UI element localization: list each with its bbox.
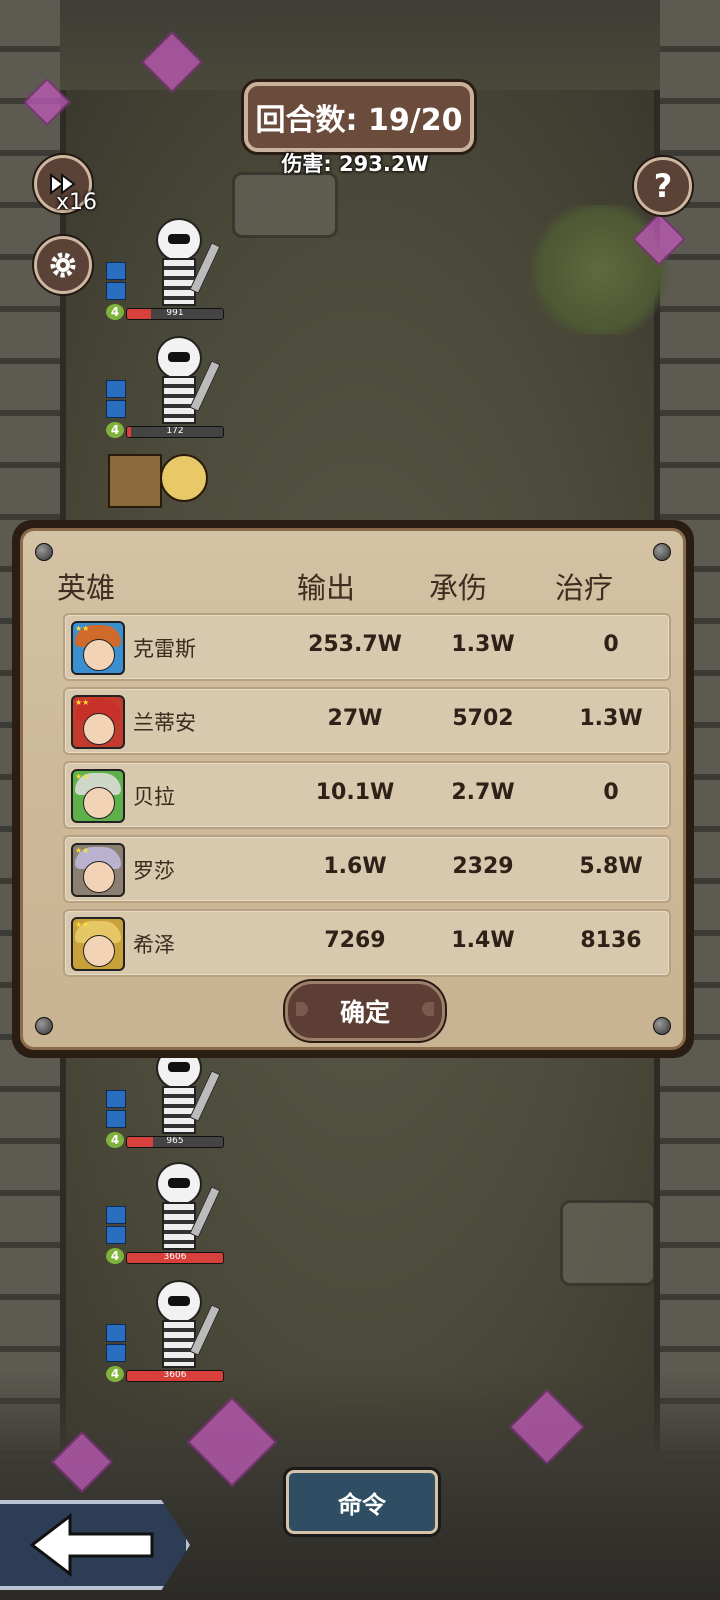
hero-name: 希泽 — [133, 933, 175, 957]
hp-text: 991 — [166, 308, 184, 318]
unit-level: 4 — [106, 422, 124, 438]
command-label: 命令 — [338, 1490, 386, 1519]
hero-avatar: ★★ — [71, 695, 125, 749]
hero-name: 克雷斯 — [133, 637, 196, 661]
header-damage-taken: 承伤 — [429, 571, 488, 605]
buff-icons — [106, 1206, 128, 1246]
top-rubble — [60, 0, 660, 90]
enemy-unit[interactable]: 4 172 — [106, 330, 226, 440]
confirm-button[interactable]: 确定 — [285, 981, 445, 1041]
skeleton-sprite — [148, 212, 221, 306]
help-button[interactable]: ? — [634, 157, 692, 215]
enemy-unit[interactable]: 4 3606 — [106, 1274, 226, 1384]
hero-avatar: ★★ — [71, 843, 125, 897]
siege-tower — [108, 454, 162, 508]
hero-avatar: ★★ — [71, 917, 125, 971]
hero-output-value: 253.7W — [308, 632, 402, 657]
hp-bar: 991 — [126, 308, 224, 320]
enemy-unit[interactable]: 4 991 — [106, 212, 226, 322]
hp-bar: 172 — [126, 426, 224, 438]
hero-output-value: 27W — [327, 706, 383, 731]
header-healing: 治疗 — [555, 571, 614, 605]
hp-text: 3606 — [163, 1370, 187, 1380]
hero-avatar: ★★ — [71, 769, 125, 823]
hero-output-value: 7269 — [324, 928, 386, 953]
hero-heal-value: 5.8W — [579, 854, 643, 879]
arrow-left-icon — [29, 1512, 154, 1578]
buff-icons — [106, 380, 128, 420]
floor-slab — [560, 1200, 656, 1286]
hero-avatar: ★★ — [71, 621, 125, 675]
hero-name: 罗莎 — [133, 859, 175, 883]
hero-heal-value: 0 — [603, 632, 619, 657]
hp-bar: 965 — [126, 1136, 224, 1148]
header-hero: 英雄 — [57, 571, 116, 605]
confirm-label: 确定 — [339, 998, 390, 1027]
hp-bar: 3606 — [126, 1252, 224, 1264]
hp-text: 172 — [166, 426, 184, 436]
rivet — [35, 543, 53, 561]
hp-text: 965 — [166, 1136, 184, 1146]
skeleton-sprite — [148, 1274, 221, 1368]
hero-stat-row: ★★ 兰蒂安 27W 5702 1.3W — [63, 687, 671, 755]
hero-taken-value: 2329 — [452, 854, 514, 879]
hero-taken-value: 2.7W — [451, 780, 515, 805]
unit-level: 4 — [106, 1248, 124, 1264]
buff-icons — [106, 262, 128, 302]
rivet — [35, 1017, 53, 1035]
hero-stat-row: ★★ 贝拉 10.1W 2.7W 0 — [63, 761, 671, 829]
hero-heal-value: 8136 — [580, 928, 642, 953]
speed-multiplier: x16 — [56, 190, 98, 215]
hero-output-value: 1.6W — [323, 854, 387, 879]
hero-name: 兰蒂安 — [133, 711, 196, 735]
hp-text: 3606 — [163, 1252, 187, 1262]
hero-taken-value: 5702 — [452, 706, 514, 731]
hero-output-value: 10.1W — [315, 780, 395, 805]
command-button[interactable]: 命令 — [286, 1470, 438, 1534]
hero-stat-row: ★★ 罗莎 1.6W 2329 5.8W — [63, 835, 671, 903]
enemy-unit[interactable]: 4 3606 — [106, 1156, 226, 1266]
rivet — [653, 543, 671, 561]
header-output: 输出 — [297, 571, 356, 605]
hero-stat-row: ★★ 希泽 7269 1.4W 8136 — [63, 909, 671, 977]
ally-hero-sprite[interactable] — [108, 450, 218, 510]
rivet — [653, 1017, 671, 1035]
back-button[interactable] — [0, 1500, 190, 1590]
hero-taken-value: 1.3W — [451, 632, 515, 657]
round-counter: 回合数: 19/20 — [244, 82, 474, 152]
hero-head — [160, 454, 208, 502]
buff-icons — [106, 1324, 128, 1364]
floor-slab — [232, 172, 338, 238]
round-counter-label: 回合数: 19/20 — [255, 103, 463, 138]
damage-total: 伤害: 293.2W — [281, 152, 429, 176]
unit-level: 4 — [106, 1366, 124, 1382]
question-icon: ? — [653, 167, 673, 205]
settings-button[interactable] — [34, 236, 92, 294]
battle-stats-dialog: 英雄 输出 承伤 治疗 ★★ 克雷斯 253.7W 1.3W 0 ★★ 兰蒂安 27W 5702… — [12, 520, 694, 1058]
unit-level: 4 — [106, 1132, 124, 1148]
hero-heal-value: 0 — [603, 780, 619, 805]
unit-level: 4 — [106, 304, 124, 320]
stats-panel: 英雄 输出 承伤 治疗 ★★ 克雷斯 253.7W 1.3W 0 ★★ 兰蒂安 27W 5702… — [20, 528, 686, 1050]
hero-stat-row: ★★ 克雷斯 253.7W 1.3W 0 — [63, 613, 671, 681]
skeleton-sprite — [148, 1156, 221, 1250]
hero-taken-value: 1.4W — [451, 928, 515, 953]
hero-name: 贝拉 — [133, 785, 175, 809]
skeleton-sprite — [148, 330, 221, 424]
hp-bar: 3606 — [126, 1370, 224, 1382]
hero-heal-value: 1.3W — [579, 706, 643, 731]
buff-icons — [106, 1090, 128, 1130]
gear-icon — [50, 252, 76, 278]
